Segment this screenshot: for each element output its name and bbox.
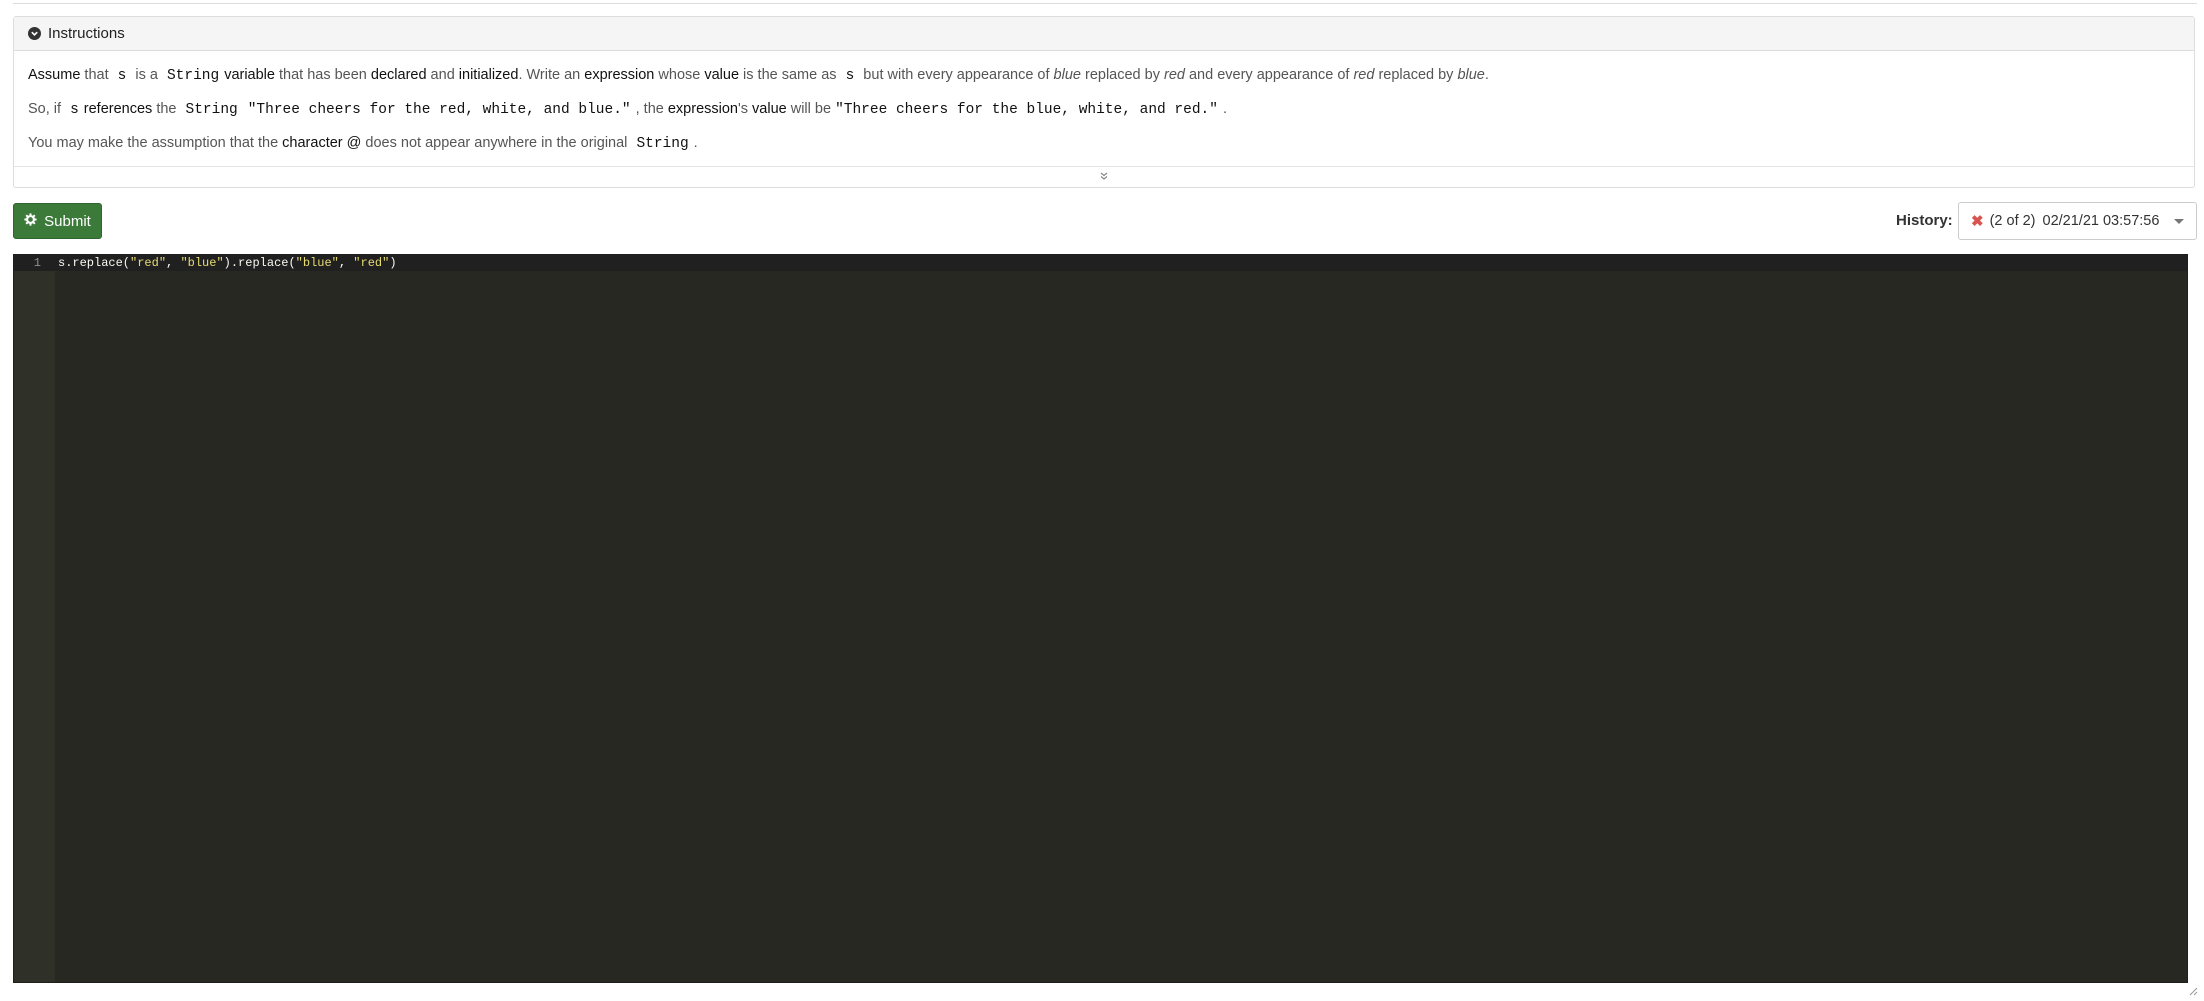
code-line[interactable]: s.replace("red", "blue").replace("blue",… <box>58 255 397 271</box>
text: but with every appearance of <box>859 67 1054 83</box>
code-example-output: "Three cheers for the blue, white, and r… <box>835 102 1218 118</box>
chevron-circle-down-icon <box>28 27 41 40</box>
text: does not appear anywhere in the original <box>361 135 632 151</box>
code-token: , <box>166 256 181 270</box>
instructions-heading: Instructions <box>48 25 125 42</box>
history-count: (2 of 2) <box>1989 213 2036 229</box>
text: 's <box>737 101 753 117</box>
text: that has been <box>274 67 371 83</box>
code-token: ).replace( <box>223 256 296 270</box>
resize-grip-icon[interactable] <box>2186 983 2198 996</box>
at-symbol: @ <box>346 135 362 151</box>
text: is a <box>131 67 162 83</box>
code-string-token: "blue" <box>295 256 339 270</box>
editor-gutter <box>14 255 55 982</box>
term-initialized: initialized <box>458 67 519 83</box>
term-expression: expression <box>667 101 738 117</box>
code-editor[interactable]: 1 s.replace("red", "blue").replace("blue… <box>13 254 2188 983</box>
code-token: ) <box>389 256 397 270</box>
text: the <box>152 101 181 117</box>
submit-label: Submit <box>44 212 91 230</box>
code-string-token: "red" <box>130 256 167 270</box>
code-string-token: "red" <box>353 256 390 270</box>
text: and <box>426 67 459 83</box>
instructions-body: Assume that s is a String variable that h… <box>14 51 2194 154</box>
code-string-token: "blue" <box>180 256 224 270</box>
history-dropdown[interactable]: ✖ (2 of 2) 02/21/21 03:57:56 <box>1958 202 2197 240</box>
term-variable: variable <box>224 67 275 83</box>
instructions-paragraph-2: So, if s references the String "Three chee… <box>28 99 2180 120</box>
instructions-panel: Instructions Assume that s is a String va… <box>13 16 2195 188</box>
text: , the <box>635 101 668 117</box>
text: . Write an <box>518 67 585 83</box>
submit-button[interactable]: Submit <box>13 203 102 239</box>
x-icon: ✖ <box>1971 213 1984 230</box>
term-expression: expression <box>584 67 655 83</box>
term-assume: Assume <box>28 67 81 83</box>
instructions-toggle[interactable]: Instructions <box>14 17 2194 51</box>
code-string-type: String <box>185 102 238 118</box>
top-divider <box>13 0 2197 4</box>
code-token: , <box>338 256 354 270</box>
code-token: s.replace( <box>58 256 131 270</box>
term-references: references <box>83 101 153 117</box>
term-value: value <box>704 67 740 83</box>
double-chevron-down-icon <box>1099 168 1109 186</box>
term-declared: declared <box>370 67 427 83</box>
text: So, if <box>28 101 66 117</box>
caret-down-icon <box>2174 219 2184 224</box>
emphasis-red: red <box>1164 67 1185 83</box>
emphasis-blue: blue <box>1457 67 1485 83</box>
text: and every appearance of <box>1184 67 1354 83</box>
text: . <box>1222 101 1227 117</box>
text: replaced by <box>1374 67 1458 83</box>
code-example-input: "Three cheers for the red, white, and bl… <box>247 102 631 118</box>
code-string-type: String <box>636 136 689 152</box>
text: will be <box>786 101 836 117</box>
term-value: value <box>752 101 787 117</box>
code-s: s <box>70 102 79 118</box>
term-character: character <box>282 135 343 151</box>
history-timestamp: 02/21/21 03:57:56 <box>2042 213 2160 229</box>
history-label: History: <box>1896 212 1953 229</box>
instructions-paragraph-1: Assume that s is a String variable that h… <box>28 65 2180 86</box>
expand-instructions-handle[interactable] <box>14 166 2194 187</box>
code-string-type: String <box>166 68 220 84</box>
text: is the same as <box>739 67 841 83</box>
text: You may make the assumption that the <box>28 135 283 151</box>
text: . <box>1484 67 1489 83</box>
line-number: 1 <box>33 256 41 270</box>
text: replaced by <box>1080 67 1164 83</box>
gear-icon <box>24 212 37 230</box>
emphasis-blue: blue <box>1053 67 1081 83</box>
text: that <box>80 67 113 83</box>
instructions-paragraph-3: You may make the assumption that the cha… <box>28 133 2180 154</box>
text: whose <box>654 67 705 83</box>
emphasis-red: red <box>1353 67 1375 83</box>
code-s: s <box>117 68 127 84</box>
text: . <box>693 135 698 151</box>
code-s: s <box>845 68 855 84</box>
